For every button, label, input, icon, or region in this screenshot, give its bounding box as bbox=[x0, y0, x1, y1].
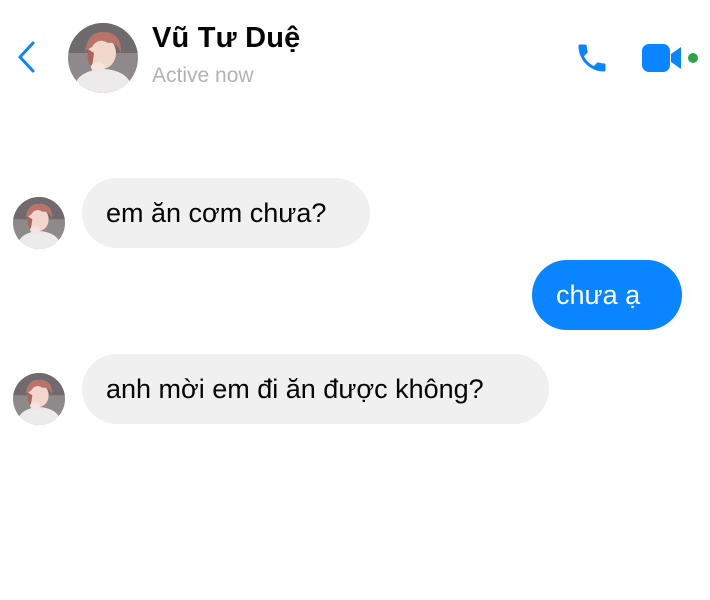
sender-avatar[interactable] bbox=[13, 373, 65, 425]
contact-avatar[interactable] bbox=[68, 23, 138, 93]
video-call-button[interactable] bbox=[640, 40, 704, 76]
contact-name[interactable]: Vũ Tư Duệ bbox=[152, 22, 300, 55]
phone-icon bbox=[578, 44, 606, 72]
conversation-header: Vũ Tư Duệ Active now bbox=[0, 0, 710, 110]
back-button[interactable] bbox=[12, 38, 40, 76]
message-bubble-incoming[interactable]: em ăn cơm chưa? bbox=[82, 178, 370, 248]
chevron-left-icon bbox=[18, 41, 35, 73]
message-bubble-outgoing[interactable]: chưa ạ bbox=[532, 260, 682, 330]
message-text: chưa ạ bbox=[556, 279, 641, 310]
online-dot-icon bbox=[688, 53, 698, 63]
voice-call-button[interactable] bbox=[572, 38, 612, 78]
message-text: anh mời em đi ăn được không? bbox=[106, 373, 484, 404]
message-text: em ăn cơm chưa? bbox=[106, 197, 327, 228]
sender-avatar[interactable] bbox=[13, 197, 65, 249]
message-bubble-incoming[interactable]: anh mời em đi ăn được không? bbox=[82, 354, 549, 424]
active-status: Active now bbox=[152, 64, 254, 87]
